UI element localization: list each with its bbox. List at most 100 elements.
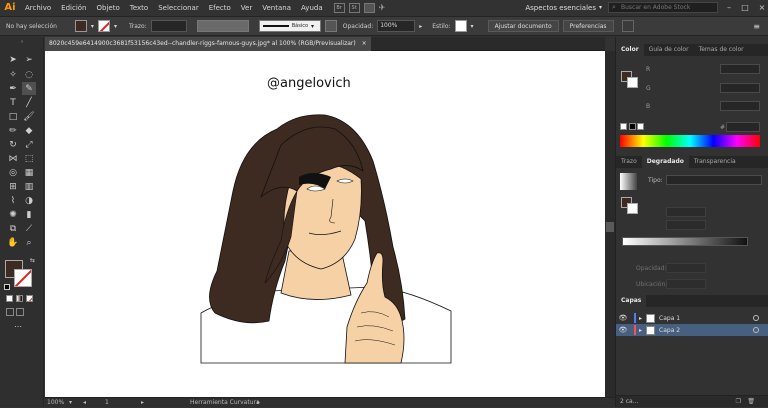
workspace-switcher[interactable]: Aspectos esenciales ▾	[525, 4, 602, 12]
rectangle-icon[interactable]: □	[6, 110, 20, 123]
paintbrush-icon[interactable]: 🖌	[22, 110, 36, 123]
stroke-swatch[interactable]	[97, 20, 110, 32]
prev-artboard-icon[interactable]: ◂	[83, 399, 86, 406]
menu-ventana[interactable]: Ventana	[257, 4, 296, 12]
variable-width-profile[interactable]	[196, 20, 249, 32]
magic-wand-icon[interactable]: ✧	[6, 68, 20, 81]
chevron-down-icon[interactable]: ▾	[114, 23, 117, 30]
minimize-window-button[interactable]: –	[724, 3, 734, 12]
black-swatch[interactable]	[629, 123, 636, 130]
curvature-icon[interactable]: ✎	[22, 82, 36, 95]
adjust-document-button[interactable]: Ajustar documento	[487, 20, 559, 32]
zoom-field[interactable]: 100%	[47, 399, 64, 406]
stroke-color-box[interactable]	[14, 269, 32, 287]
layer-row[interactable]: 👁 ▸ Capa 1	[616, 312, 768, 324]
color-mode-icon[interactable]	[6, 295, 13, 302]
chevron-down-icon[interactable]: ▾	[69, 399, 72, 406]
tab-gradient[interactable]: Degradado	[641, 156, 689, 168]
scale-icon[interactable]: ⤢	[22, 138, 36, 151]
target-circle-icon[interactable]	[753, 327, 759, 333]
artboard-number[interactable]: 1	[105, 399, 109, 406]
tab-color-themes[interactable]: Temas de color	[694, 44, 749, 56]
free-transform-icon[interactable]: ⬚	[22, 152, 36, 165]
delete-layer-icon[interactable]: 🗑	[747, 396, 755, 408]
none-mode-icon[interactable]	[26, 295, 33, 302]
mesh-icon[interactable]: ⊞	[6, 180, 20, 193]
draw-mode-icon[interactable]	[6, 308, 14, 316]
shape-builder-icon[interactable]: ◎	[6, 166, 20, 179]
gradient-preview[interactable]	[620, 173, 637, 190]
document-tab[interactable]: 8020c459e6414900c3681f53156c43ed--chandl…	[45, 37, 371, 51]
bridge-icon[interactable]: Br	[333, 2, 345, 13]
menu-ver[interactable]: Ver	[236, 4, 257, 12]
symbol-sprayer-icon[interactable]: ✺	[6, 208, 20, 221]
menu-texto[interactable]: Texto	[125, 4, 153, 12]
gradient-mode-icon[interactable]	[16, 295, 23, 302]
arrange-icon[interactable]	[621, 20, 634, 32]
pen-icon[interactable]: ✒	[6, 82, 20, 95]
menu-seleccionar[interactable]: Seleccionar	[153, 4, 204, 12]
selection-arrow-icon[interactable]: ➤	[6, 53, 20, 66]
chevron-down-icon[interactable]: ▾	[471, 23, 474, 30]
close-tab-icon[interactable]: ×	[362, 40, 367, 47]
tab-stroke[interactable]: Trazo	[616, 156, 642, 168]
direct-selection-icon[interactable]: ➢	[22, 53, 36, 66]
default-colors-icon[interactable]	[4, 284, 10, 290]
gradient-stroke-swatch[interactable]	[627, 203, 638, 214]
color-stroke-swatch[interactable]	[627, 77, 638, 88]
stock-icon[interactable]: St	[348, 2, 360, 13]
brush-definition-dropdown[interactable]: Básico ▾	[258, 20, 321, 32]
arrange-documents-icon[interactable]	[363, 2, 375, 13]
hex-field[interactable]	[726, 122, 760, 132]
tab-layers[interactable]: Capas	[616, 295, 647, 307]
preferences-button[interactable]: Preferencias	[562, 20, 614, 32]
maximize-window-button[interactable]: □	[740, 3, 750, 12]
type-icon[interactable]: T	[6, 96, 20, 109]
stroke-weight-field[interactable]	[150, 20, 187, 32]
edit-toolbar-icon[interactable]: ⋯	[14, 322, 22, 331]
pencil-icon[interactable]: ✏	[6, 124, 20, 137]
gradient-slider[interactable]	[622, 237, 748, 246]
layer-row[interactable]: 👁 ▸ Capa 2	[616, 324, 768, 336]
eraser-icon[interactable]: ◆	[22, 124, 36, 137]
opacity-field[interactable]: 100%	[377, 20, 416, 32]
blend-icon[interactable]: ◑	[22, 194, 36, 207]
new-layer-icon[interactable]: ❐	[736, 396, 741, 408]
menu-ayuda[interactable]: Ayuda	[296, 4, 328, 12]
color-spectrum[interactable]	[620, 135, 760, 147]
gradient-opacity-field[interactable]	[666, 263, 706, 273]
menu-archivo[interactable]: Archivo	[20, 4, 56, 12]
expand-arrow-icon[interactable]: ▸	[639, 315, 642, 322]
tab-color-guide[interactable]: Guía de color	[644, 44, 694, 56]
visibility-eye-icon[interactable]: 👁	[616, 326, 630, 334]
gradient-aspect-field[interactable]	[666, 220, 706, 230]
stock-search-input[interactable]: ⌕ Buscar en Adobe Stock	[608, 2, 718, 13]
gradient-tool-icon[interactable]: ▥	[22, 180, 36, 193]
slice-icon[interactable]: ⟋	[22, 222, 36, 235]
hand-icon[interactable]: ✋	[6, 236, 20, 249]
rotate-icon[interactable]: ↻	[6, 138, 20, 151]
close-window-button[interactable]: ×	[756, 3, 768, 12]
width-icon[interactable]: ⋈	[6, 152, 20, 165]
scrollbar-thumb[interactable]	[606, 222, 614, 232]
column-graph-icon[interactable]: ▮	[22, 208, 36, 221]
gradient-type-dropdown[interactable]	[666, 175, 762, 185]
menu-efecto[interactable]: Efecto	[204, 4, 236, 12]
channel-g-field[interactable]	[720, 83, 760, 93]
channel-r-field[interactable]	[720, 64, 760, 74]
next-artboard-icon[interactable]: ▸	[141, 399, 144, 406]
panel-collapse-icon[interactable]: «	[4, 39, 40, 45]
gpu-icon[interactable]: ✈	[379, 3, 390, 13]
artboard[interactable]: @angelovich	[45, 51, 605, 397]
line-segment-icon[interactable]: ╱	[22, 96, 36, 109]
target-circle-icon[interactable]	[753, 315, 759, 321]
tab-transparency[interactable]: Transparencia	[689, 156, 741, 168]
fill-swatch[interactable]	[74, 20, 87, 32]
tab-color[interactable]: Color	[616, 44, 644, 56]
gradient-location-field[interactable]	[666, 279, 706, 289]
perspective-grid-icon[interactable]: ▦	[22, 166, 36, 179]
chevron-down-icon[interactable]: ▾	[91, 23, 94, 30]
expand-arrow-icon[interactable]: ▸	[639, 327, 642, 334]
none-swatch[interactable]	[620, 123, 627, 130]
channel-b-field[interactable]	[720, 101, 760, 111]
